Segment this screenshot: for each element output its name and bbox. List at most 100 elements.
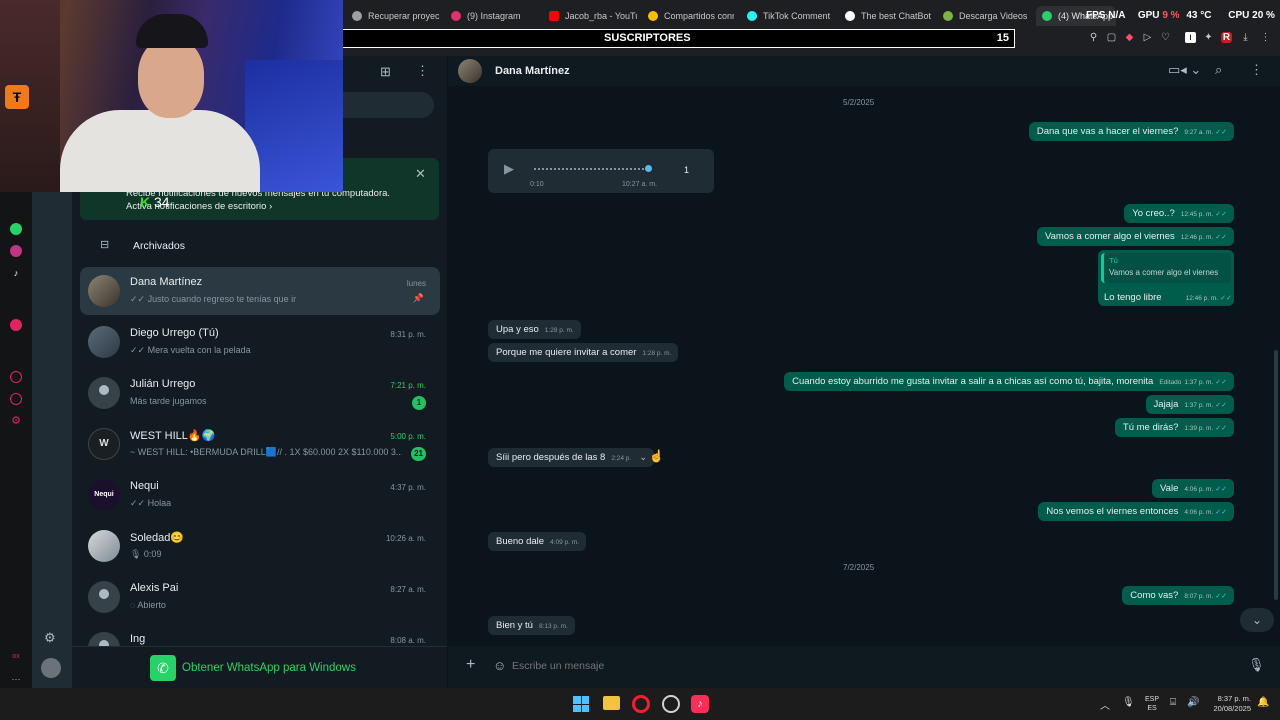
browser-tab[interactable]: Descarga Videos bbox=[943, 6, 1029, 26]
contact-name[interactable]: Dana Martínez bbox=[495, 65, 570, 77]
message-outgoing[interactable]: Cuando estoy aburrido me gusta invitar a… bbox=[784, 372, 1234, 391]
message-outgoing[interactable]: Nos vemos el viernes entonces 4:06 p. m. ✓… bbox=[1038, 502, 1234, 521]
opera-icon[interactable] bbox=[632, 695, 650, 713]
message-outgoing[interactable]: Dana que vas a hacer el viernes? 9:27 a. … bbox=[1028, 122, 1234, 141]
message-outgoing-reply[interactable]: Tú Vamos a comer algo el viernes Lo teng… bbox=[1098, 250, 1234, 306]
windows-start-icon[interactable] bbox=[573, 696, 589, 712]
emoji-icon[interactable]: ☺ bbox=[493, 658, 506, 673]
message-outgoing[interactable]: Como vas? 8:07 p. m. ✓✓ bbox=[1122, 586, 1234, 605]
language-indicator[interactable]: ESP ES bbox=[1145, 695, 1159, 713]
date-separator: 5/2/2025 bbox=[843, 98, 875, 107]
scroll-down-button[interactable]: ⌄ bbox=[1240, 608, 1274, 632]
webcam-overlay: Ŧ bbox=[0, 0, 343, 192]
viewer-count: K 34 bbox=[140, 194, 170, 210]
quoted-message[interactable]: Tú Vamos a comer algo el viernes bbox=[1101, 253, 1231, 283]
pin-icon: 📌 bbox=[412, 293, 424, 303]
chat-row[interactable]: Dana Martínez lunes ✓✓ Justo cuando regr… bbox=[80, 267, 440, 315]
chevron-up-icon[interactable]: ︿ bbox=[1100, 697, 1110, 712]
pin-icon[interactable]: ⚲ bbox=[1088, 32, 1099, 43]
play-icon[interactable]: ▶ bbox=[504, 161, 514, 177]
profile-icon[interactable]: R bbox=[1221, 32, 1232, 43]
read-ticks-icon: ✓✓ bbox=[1215, 486, 1227, 493]
file-explorer-icon[interactable] bbox=[603, 696, 620, 710]
chat-row[interactable]: Alexis Pai 8:27 a. m. ◌ Abierto bbox=[80, 573, 440, 621]
microphone-icon[interactable]: 🎙 bbox=[1248, 657, 1265, 673]
chat-row[interactable]: Soledad😊 10:26 a. m. 🎙 0:09 bbox=[80, 522, 440, 570]
tiktok-icon bbox=[747, 11, 757, 21]
extension-icon[interactable]: ı bbox=[1185, 32, 1196, 43]
download-arrow-icon[interactable]: ⤓ bbox=[1240, 32, 1251, 43]
message-incoming[interactable]: Síii pero después de las 8 2:24 p. ⌄ bbox=[488, 448, 655, 467]
notifications-icon[interactable]: 🔔 bbox=[1257, 697, 1269, 708]
person-cap bbox=[136, 14, 208, 48]
instagram-icon[interactable] bbox=[10, 245, 22, 257]
scrollbar[interactable] bbox=[1274, 350, 1278, 600]
avatar bbox=[88, 377, 120, 409]
person-face bbox=[138, 38, 204, 118]
pocket-icon[interactable]: ◆ bbox=[1124, 32, 1135, 43]
clock[interactable]: 8:37 p. m. 20/08/2025 bbox=[1205, 694, 1251, 714]
message-incoming[interactable]: Porque me quiere invitar a comer 1:28 p. … bbox=[488, 343, 679, 362]
browser-tab[interactable]: Compartidos conm bbox=[648, 6, 734, 26]
archive-icon: ⊟ bbox=[100, 239, 110, 251]
whatsapp-icon[interactable] bbox=[10, 223, 22, 235]
messenger-icon[interactable] bbox=[10, 319, 22, 331]
settings-icon[interactable]: ⚙ bbox=[44, 630, 56, 646]
extensions-icon[interactable] bbox=[10, 393, 22, 405]
browser-tab[interactable]: Jacob_rba - YouTu bbox=[549, 6, 637, 26]
attach-plus-icon[interactable]: + bbox=[466, 656, 475, 674]
browser-tab[interactable]: The best ChatBot bbox=[845, 6, 931, 26]
message-incoming[interactable]: Bueno dale 4:09 p. m. bbox=[488, 532, 586, 551]
avatar bbox=[88, 632, 120, 646]
read-ticks-icon: ✓✓ bbox=[1215, 593, 1227, 600]
profile-avatar[interactable] bbox=[41, 658, 61, 678]
network-icon[interactable]: ⌸ bbox=[1170, 697, 1176, 708]
tiktok-icon[interactable]: ♪ bbox=[691, 695, 709, 713]
chat-row[interactable]: Nequi Nequi 4:37 p. m. ✓✓ Holaa bbox=[80, 471, 440, 519]
browser-tab[interactable]: TikTok Comment bbox=[747, 6, 833, 26]
message-incoming[interactable]: Bien y tú 8:13 p. m. bbox=[488, 616, 575, 635]
seek-handle[interactable] bbox=[645, 165, 652, 172]
tiktok-icon[interactable]: ♪ bbox=[10, 267, 22, 279]
chat-row[interactable]: W WEST HILL🔥🌍 5:00 p. m. ~ WEST HILL: •B… bbox=[80, 420, 440, 468]
screenshot-icon[interactable]: ▢ bbox=[1106, 32, 1117, 43]
voice-message[interactable]: ▶ 1 0:10 10:27 a. m. bbox=[488, 149, 714, 193]
message-outgoing[interactable]: Vale 4:06 p. m. ✓✓ bbox=[1152, 479, 1234, 498]
neon-logo: Ŧ bbox=[5, 85, 29, 109]
more-icon[interactable]: ⋯ bbox=[10, 673, 22, 685]
chat-row[interactable]: Julián Urrego 7:21 p. m. Más tarde jugam… bbox=[80, 369, 440, 417]
puzzle-icon[interactable]: ✦ bbox=[1203, 32, 1214, 43]
menu-icon[interactable]: ⋮ bbox=[1250, 62, 1263, 78]
contact-avatar[interactable] bbox=[458, 59, 482, 83]
ai-icon[interactable]: ox bbox=[10, 651, 22, 663]
subscriber-counter-bar: 0 SUSCRIPTORES 15 bbox=[279, 29, 1015, 48]
archived-row[interactable]: ⊟ Archivados bbox=[100, 236, 400, 256]
message-input[interactable] bbox=[512, 654, 1232, 678]
message-incoming[interactable]: Upa y eso 1:28 p. m. bbox=[488, 320, 581, 339]
get-windows-app-bar[interactable]: ✆ Obtener WhatsApp para Windows bbox=[72, 646, 447, 688]
settings-icon[interactable]: ⚙ bbox=[10, 415, 22, 427]
microphone-icon[interactable]: 🎙 bbox=[1122, 697, 1135, 708]
search-icon[interactable]: ⌕ bbox=[1215, 62, 1222, 78]
chatgpt-icon[interactable] bbox=[662, 695, 680, 713]
new-chat-icon[interactable]: ⊞ bbox=[380, 64, 391, 80]
play-icon[interactable]: ▷ bbox=[1142, 32, 1153, 43]
history-icon[interactable] bbox=[10, 371, 22, 383]
message-outgoing[interactable]: Yo creo..? 12:45 p. m. ✓✓ bbox=[1124, 204, 1234, 223]
heart-icon[interactable]: ♡ bbox=[1160, 32, 1171, 43]
browser-tab[interactable]: (9) Instagram bbox=[451, 6, 541, 26]
menu-icon[interactable]: ⋮ bbox=[416, 63, 429, 79]
message-outgoing[interactable]: Vamos a comer algo el viernes 12:46 p. m.… bbox=[1037, 227, 1234, 246]
unread-badge: 1 bbox=[412, 396, 426, 410]
browser-tab[interactable]: Recuperar proyec bbox=[352, 6, 440, 26]
message-outgoing[interactable]: Jajaja 1:37 p. m. ✓✓ bbox=[1145, 395, 1234, 414]
message-outgoing[interactable]: Tú me dirás? 1:39 p. m. ✓✓ bbox=[1114, 418, 1234, 437]
video-call-icon[interactable]: ▭◂ ⌄ bbox=[1168, 62, 1201, 78]
chat-row[interactable]: Ing 8:08 a. m. bbox=[80, 624, 440, 646]
volume-icon[interactable]: 🔊 bbox=[1187, 697, 1199, 708]
close-icon[interactable]: ✕ bbox=[415, 166, 426, 182]
chat-row[interactable]: Diego Urrego (Tú) 8:31 p. m. ✓✓ Mera vue… bbox=[80, 318, 440, 366]
read-ticks-icon: ✓✓ bbox=[1215, 425, 1227, 432]
chevron-down-icon[interactable]: ⌄ bbox=[639, 452, 647, 463]
menu-icon[interactable]: ⋮ bbox=[1260, 32, 1271, 43]
